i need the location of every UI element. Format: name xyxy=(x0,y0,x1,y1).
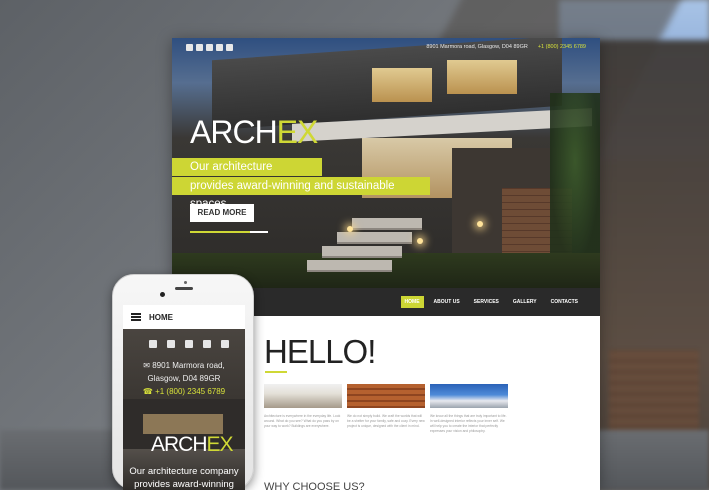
twitter-icon[interactable] xyxy=(185,340,193,348)
mobile-social-links xyxy=(149,340,229,348)
instagram-icon[interactable] xyxy=(221,340,229,348)
nav-item-home[interactable]: HOME xyxy=(400,296,424,308)
facebook-icon[interactable] xyxy=(186,43,193,51)
instagram-icon[interactable] xyxy=(226,43,233,51)
nav-item-contacts[interactable]: CONTACTS xyxy=(547,296,582,308)
hamburger-menu-icon[interactable] xyxy=(131,313,141,321)
mobile-address: ✉ 8901 Marmora road, Glasgow, D04 89GR xyxy=(123,359,245,385)
feature-image-house[interactable] xyxy=(430,384,508,408)
logo-part1: ARCH xyxy=(190,114,278,150)
twitter-icon[interactable] xyxy=(206,43,213,51)
feature-card: We know all the things that are truly im… xyxy=(430,384,508,434)
nav-item-services[interactable]: SERVICES xyxy=(470,296,503,308)
phone-sensor xyxy=(184,281,187,284)
feature-card: Architecture is everywhere in the everyd… xyxy=(264,384,342,429)
feature-text: We know all the things that are truly im… xyxy=(430,414,507,433)
mobile-address-line1: 8901 Marmora road, xyxy=(152,361,225,370)
nav-item-gallery[interactable]: GALLERY xyxy=(509,296,541,308)
mobile-address-line2: Glasgow, D04 89GR xyxy=(147,374,221,383)
feature-text: Architecture is everywhere in the everyd… xyxy=(264,414,341,428)
mobile-logo[interactable]: ARCHEX xyxy=(151,433,234,457)
hero-section: 8901 Marmora road, Glasgow, D04 89GR +1 … xyxy=(172,38,600,288)
feature-image-interior[interactable] xyxy=(264,384,342,408)
hero-window xyxy=(372,68,432,102)
mobile-phone-number[interactable]: ☎ +1 (800) 2345 6789 xyxy=(123,387,245,396)
hello-heading: HELLO! xyxy=(264,333,376,370)
hero-window xyxy=(447,60,517,94)
nav-item-about-us[interactable]: ABOUT US xyxy=(430,296,464,308)
facebook-icon[interactable] xyxy=(149,340,157,348)
mobile-nav-label[interactable]: HOME xyxy=(149,313,173,322)
feature-image-stairs[interactable] xyxy=(347,384,425,408)
envelope-icon: ✉ xyxy=(143,361,153,370)
tagline-line2: provides award-winning and sustainable s… xyxy=(172,177,430,210)
why-choose-heading: WHY CHOOSE US? xyxy=(264,481,365,490)
pinterest-icon[interactable] xyxy=(216,43,223,51)
mobile-tagline: Our architecture company provides award-… xyxy=(123,465,245,490)
site-logo[interactable]: ARCHEX xyxy=(190,114,319,150)
mobile-tagline-line2: provides award-winning xyxy=(134,479,234,490)
phone-camera xyxy=(160,292,165,297)
heading-underline xyxy=(265,371,287,373)
tagline-line1: Our architecture company xyxy=(172,158,322,191)
mobile-screen: HOME ✉ 8901 Marmora road, Glasgow, D04 8… xyxy=(123,305,245,490)
read-more-button[interactable]: READ MORE xyxy=(190,204,254,222)
mobile-hero: ✉ 8901 Marmora road, Glasgow, D04 89GR ☎… xyxy=(123,329,245,490)
linkedin-icon[interactable] xyxy=(167,340,175,348)
mobile-logo-part1: ARCH xyxy=(151,433,208,456)
mobile-phone-text: +1 (800) 2345 6789 xyxy=(155,387,226,396)
hero-stairs xyxy=(242,218,442,288)
address-text: 8901 Marmora road, Glasgow, D04 89GR xyxy=(426,44,528,50)
hero-lamp xyxy=(417,238,423,244)
feature-card: We do not simply build. We craft the wor… xyxy=(347,384,425,429)
mobile-hero-glow xyxy=(143,414,223,434)
slider-indicator-active[interactable] xyxy=(190,231,250,233)
contact-info: 8901 Marmora road, Glasgow, D04 89GR +1 … xyxy=(426,44,586,50)
hero-lamp xyxy=(477,221,483,227)
mobile-tagline-line1: Our architecture company xyxy=(129,466,239,477)
hero-tree xyxy=(550,93,600,263)
mobile-phone-preview: HOME ✉ 8901 Marmora road, Glasgow, D04 8… xyxy=(112,274,254,490)
feature-text: We do not simply build. We craft the wor… xyxy=(347,414,425,428)
mobile-logo-part2: EX xyxy=(206,433,234,456)
linkedin-icon[interactable] xyxy=(196,43,203,51)
phone-icon: ☎ xyxy=(142,387,156,396)
social-links xyxy=(186,43,233,51)
pinterest-icon[interactable] xyxy=(203,340,211,348)
top-bar: 8901 Marmora road, Glasgow, D04 89GR +1 … xyxy=(172,38,600,56)
phone-speaker xyxy=(175,287,193,290)
phone-text[interactable]: +1 (800) 2345 6789 xyxy=(538,44,586,50)
hero-lamp xyxy=(347,226,353,232)
slider-indicator[interactable] xyxy=(250,231,268,233)
logo-part2: EX xyxy=(276,114,319,150)
mobile-nav-bar: HOME xyxy=(123,305,245,329)
